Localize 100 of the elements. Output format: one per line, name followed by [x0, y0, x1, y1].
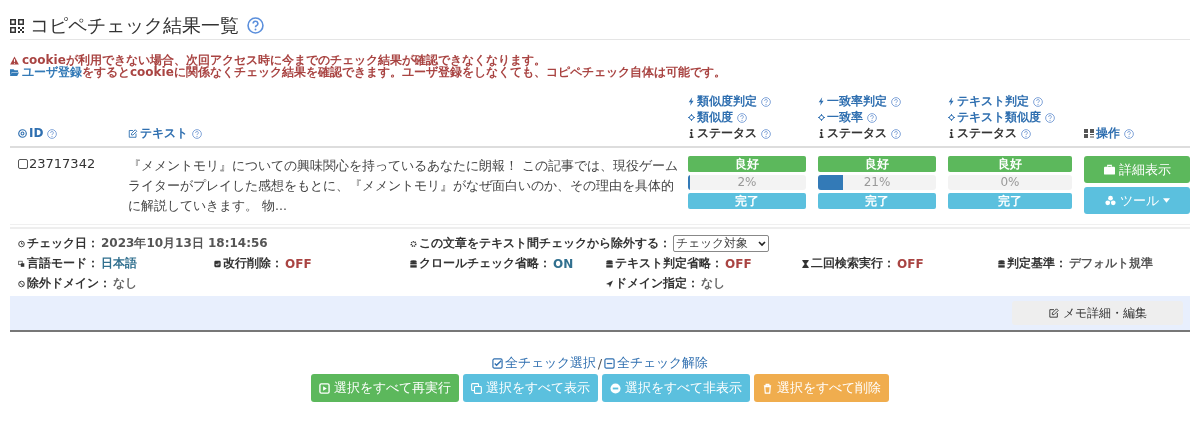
user-registration-link[interactable]: ユーザ登録 [22, 65, 82, 79]
play-square-icon [319, 382, 330, 394]
help-icon[interactable] [737, 112, 747, 123]
column-header: ステータス [827, 126, 887, 141]
detail-button[interactable]: 詳細表示 [1084, 156, 1190, 183]
info-icon [688, 129, 695, 138]
column-header: ID [29, 126, 44, 141]
setting-label: チェック日： [27, 235, 99, 252]
column-header: 類似度判定 [697, 94, 757, 109]
checked-box-icon [491, 357, 503, 369]
warning-icon [10, 55, 19, 65]
row-checkbox[interactable] [18, 159, 28, 169]
setting-value: 2023年10月13日 18:14:56 [101, 235, 268, 252]
setting-label: この文章をテキスト間チェックから除外する： [419, 235, 671, 252]
setting-value: ON [553, 256, 574, 271]
check-all-link[interactable]: 全チェック選択 [491, 354, 596, 372]
column-header: ステータス [697, 126, 757, 141]
column-header: 類似度 [697, 110, 733, 125]
column-header: テキスト判定 [957, 94, 1029, 109]
progress-reading: 21% [862, 175, 892, 190]
exclude-select[interactable]: チェック対象 [673, 235, 769, 252]
help-icon[interactable] [867, 112, 877, 123]
progress-reading: 0% [999, 175, 1021, 190]
setting-value: OFF [725, 256, 752, 271]
bolt-icon [688, 97, 695, 106]
notice-text: ユーザ登録をするとcookieに関係なくチェック結果を確認できます。ユーザ登録をしなくても、コピペチェック自体は可能です。 [22, 66, 726, 78]
memo-edit-button[interactable]: メモ詳細・編集 [1012, 301, 1183, 325]
clock-icon [18, 239, 25, 248]
column-header: テキスト類似度 [957, 110, 1041, 125]
judgement-badge: 良好 [818, 156, 936, 172]
column-header: 一致率 [827, 110, 863, 125]
info-icon [948, 129, 955, 138]
setting-label: クロールチェック省略： [419, 255, 551, 272]
bulk-action-button[interactable]: 選択をすべて再実行 [311, 374, 459, 402]
crosshair-icon [688, 113, 695, 122]
database-icon [998, 259, 1005, 268]
hourglass-icon [802, 259, 809, 268]
crosshair-icon [818, 113, 825, 122]
column-header: 一致率判定 [827, 94, 887, 109]
setting-value: OFF [285, 256, 312, 271]
caret-icon [1162, 198, 1170, 203]
folder-icon [10, 67, 19, 77]
edit-icon [1048, 308, 1059, 318]
language-icon [18, 259, 25, 268]
judgement-badge: 良好 [688, 156, 806, 172]
status-badge: 完了 [818, 193, 936, 209]
enter-key-icon [214, 259, 221, 268]
column-header: 操作 [1096, 126, 1120, 141]
bolt-icon [948, 97, 955, 106]
help-icon[interactable] [891, 96, 901, 107]
setting-value: OFF [897, 256, 924, 271]
help-icon[interactable] [1045, 112, 1055, 123]
warning-text: cookieが利用できない場合、次回アクセス時に今までのチェック結果が確認できなくなります。 [22, 54, 546, 66]
caret-icon [758, 240, 766, 247]
uncheck-all-link[interactable]: 全チェック解除 [604, 354, 709, 372]
page-title: コピペチェック結果一覧 [30, 12, 239, 38]
help-icon[interactable] [192, 128, 202, 139]
help-icon[interactable] [761, 96, 771, 107]
status-badge: 完了 [688, 193, 806, 209]
setting-value: デフォルト規準 [1069, 255, 1153, 272]
list-icon [1084, 129, 1094, 138]
ban-icon [18, 279, 25, 288]
setting-label: 言語モード： [27, 255, 99, 272]
info-icon [818, 129, 825, 138]
qr-code-icon [10, 18, 24, 33]
help-icon[interactable] [761, 128, 771, 139]
location-arrow-icon [606, 279, 613, 288]
tools-dropdown-button[interactable]: ツール [1084, 187, 1190, 214]
setting-label: 判定基準： [1007, 255, 1067, 272]
setting-value: なし [701, 275, 725, 292]
progress-reading: 2% [736, 175, 758, 190]
setting-label: ドメイン指定： [615, 275, 699, 292]
crosshair-icon [948, 113, 955, 122]
database-icon [606, 259, 613, 268]
help-icon[interactable] [47, 128, 58, 139]
judgement-badge: 良好 [948, 156, 1072, 172]
setting-label: 改行削除： [223, 255, 283, 272]
separator-text: / [597, 355, 603, 371]
column-header: テキスト [140, 126, 188, 141]
help-icon[interactable] [1021, 128, 1031, 139]
id-cell: 23717342 [29, 156, 96, 171]
help-icon[interactable] [891, 128, 901, 139]
help-icon[interactable] [247, 17, 264, 34]
setting-label: 二回検索実行： [811, 255, 895, 272]
bulk-action-button[interactable]: 選択をすべて削除 [754, 374, 889, 402]
setting-label: 除外ドメイン： [27, 275, 111, 292]
bulk-action-button[interactable]: 選択をすべて表示 [463, 374, 598, 402]
cubes-icon [1104, 195, 1116, 206]
help-icon[interactable] [1033, 96, 1043, 107]
bulk-action-button[interactable]: 選択をすべて非表示 [602, 374, 750, 402]
status-badge: 完了 [948, 193, 1072, 209]
database-icon [410, 259, 417, 268]
copy-icon [471, 382, 482, 394]
trash-icon [762, 382, 773, 394]
text-cell-text: 『メメントモリ』についての興味関心を持っているあなたに朗報！ この記事では、現役ゲームライターがプレイした感想をもとに、『メメントモリ』がなぜ面白いのか、その理由を具体的に解説していきます。 物... [128, 157, 679, 215]
help-icon[interactable] [1124, 128, 1134, 139]
setting-value: なし [113, 275, 137, 292]
bolt-icon [818, 97, 825, 106]
edit-icon [128, 129, 138, 138]
column-header: ステータス [957, 126, 1017, 141]
